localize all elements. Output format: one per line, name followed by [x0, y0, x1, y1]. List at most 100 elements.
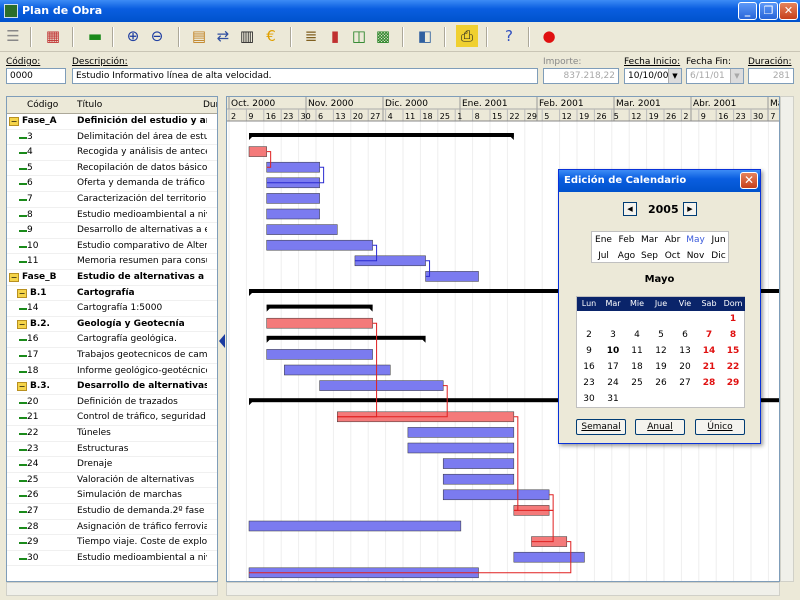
- descripcion-field[interactable]: Estudio Informativo línea de alta veloci…: [72, 68, 538, 84]
- day-cell[interactable]: 3: [601, 327, 625, 343]
- table-row[interactable]: 3 Delimitación del área de estudio: [7, 130, 217, 146]
- table-row[interactable]: − Fase_B Estudio de alternativas a Es: [7, 270, 217, 286]
- day-cell[interactable]: 24: [601, 375, 625, 391]
- collapse-arrow-icon[interactable]: [219, 334, 225, 348]
- day-cell[interactable]: 22: [721, 359, 745, 375]
- table-row[interactable]: − B.1 Cartografía: [7, 286, 217, 302]
- close-button[interactable]: ✕: [779, 2, 798, 20]
- table-row[interactable]: 24 Drenaje: [7, 457, 217, 473]
- prev-year-button[interactable]: ◀: [623, 202, 637, 216]
- grid-hscrollbar[interactable]: [6, 582, 218, 596]
- header-dur[interactable]: Dur: [203, 100, 217, 110]
- line-chart-icon[interactable]: ◫: [348, 25, 370, 47]
- day-cell[interactable]: 21: [697, 359, 721, 375]
- month-jul[interactable]: Jul: [592, 248, 615, 264]
- day-cell[interactable]: 9: [577, 343, 601, 359]
- table-row[interactable]: 8 Estudio medioambiental a nivel zo: [7, 208, 217, 224]
- money-icon[interactable]: €: [260, 25, 282, 47]
- folder-icon[interactable]: −: [17, 319, 27, 329]
- gantt-vscrollbar[interactable]: [780, 96, 794, 582]
- day-cell[interactable]: 23: [577, 375, 601, 391]
- table-row[interactable]: 4 Recogida y análisis de anteceden: [7, 145, 217, 161]
- table-row[interactable]: 7 Caracterización del territorio: [7, 192, 217, 208]
- table-row[interactable]: 29 Tiempo viaje. Coste de explotacio: [7, 535, 217, 551]
- table-row[interactable]: 5 Recopilación de datos básicos (ca: [7, 161, 217, 177]
- unico-button[interactable]: Único: [695, 419, 745, 435]
- month-may[interactable]: May: [684, 232, 707, 248]
- table-row[interactable]: 30 Estudio medioambiental a nivel de: [7, 551, 217, 567]
- table-row[interactable]: 27 Estudio de demanda.2º fase: [7, 504, 217, 520]
- day-cell[interactable]: 31: [601, 391, 625, 407]
- folder-icon[interactable]: −: [17, 288, 27, 298]
- month-nov[interactable]: Nov: [684, 248, 707, 264]
- month-mar[interactable]: Mar: [638, 232, 661, 248]
- day-cell[interactable]: 15: [721, 343, 745, 359]
- bar-chart-icon[interactable]: ▮: [324, 25, 346, 47]
- gantt-hscrollbar[interactable]: [226, 582, 780, 596]
- day-cell[interactable]: 1: [721, 311, 745, 327]
- header-codigo[interactable]: Código: [27, 100, 58, 110]
- day-cell[interactable]: 28: [697, 375, 721, 391]
- next-year-button[interactable]: ▶: [683, 202, 697, 216]
- day-cell[interactable]: 29: [721, 375, 745, 391]
- folder-icon[interactable]: −: [9, 117, 19, 126]
- table-row[interactable]: 26 Simulación de marchas: [7, 488, 217, 504]
- table-row[interactable]: 20 Definición de trazados: [7, 395, 217, 411]
- table-row[interactable]: − B.3. Desarrollo de alternativas a: [7, 379, 217, 395]
- table-row[interactable]: 23 Estructuras: [7, 442, 217, 458]
- splitter[interactable]: [219, 96, 225, 582]
- export-icon[interactable]: ◧: [414, 25, 436, 47]
- day-cell[interactable]: 19: [649, 359, 673, 375]
- day-cell[interactable]: 20: [673, 359, 697, 375]
- table-row[interactable]: 25 Valoración de alternativas: [7, 473, 217, 489]
- codigo-field[interactable]: 0000: [6, 68, 66, 84]
- folder-icon[interactable]: −: [9, 273, 19, 282]
- day-cell[interactable]: 17: [601, 359, 625, 375]
- anual-button[interactable]: Anual: [635, 419, 685, 435]
- day-cell[interactable]: 14: [697, 343, 721, 359]
- day-cell[interactable]: 5: [649, 327, 673, 343]
- table-row[interactable]: 9 Desarrollo de alternativas a escala: [7, 223, 217, 239]
- month-oct[interactable]: Oct: [661, 248, 684, 264]
- month-feb[interactable]: Feb: [615, 232, 638, 248]
- help-icon[interactable]: ?: [498, 25, 520, 47]
- record-icon[interactable]: ●: [538, 25, 560, 47]
- month-jun[interactable]: Jun: [707, 232, 730, 248]
- table-row[interactable]: − B.2. Geología y Geotecnía: [7, 317, 217, 333]
- day-cell[interactable]: 10: [601, 343, 625, 359]
- table-row[interactable]: 18 Informe geológico-geotécnico.1º: [7, 364, 217, 380]
- table-row[interactable]: 6 Oferta y demanda de tráfico ferro: [7, 176, 217, 192]
- month-sep[interactable]: Sep: [638, 248, 661, 264]
- table-row[interactable]: 22 Túneles: [7, 426, 217, 442]
- table-icon[interactable]: ▦: [42, 25, 64, 47]
- header-titulo[interactable]: Título: [77, 100, 102, 110]
- table-row[interactable]: 28 Asignación de tráfico ferroviario a: [7, 520, 217, 536]
- day-cell[interactable]: 7: [697, 327, 721, 343]
- table-row[interactable]: 10 Estudio comparativo de Alternatr: [7, 239, 217, 255]
- chevron-down-icon[interactable]: ▼: [668, 69, 681, 83]
- month-ene[interactable]: Ene: [592, 232, 615, 248]
- tools-icon[interactable]: ▤: [188, 25, 210, 47]
- table-row[interactable]: − Fase_A Definición del estudio y anal: [7, 114, 217, 130]
- day-cell[interactable]: 4: [625, 327, 649, 343]
- fecha-inicio-dropdown[interactable]: 10/10/00 ▼: [624, 68, 682, 84]
- list-icon[interactable]: ≣: [300, 25, 322, 47]
- print-icon[interactable]: ⎙: [456, 25, 478, 47]
- day-cell[interactable]: 25: [625, 375, 649, 391]
- month-abr[interactable]: Abr: [661, 232, 684, 248]
- link-icon[interactable]: ⇄: [212, 25, 234, 47]
- calculator-icon[interactable]: ▥: [236, 25, 258, 47]
- graph-icon[interactable]: ▩: [372, 25, 394, 47]
- minimize-button[interactable]: _: [738, 2, 757, 20]
- table-row[interactable]: 21 Control de tráfico, seguridad y co: [7, 410, 217, 426]
- table-row[interactable]: 17 Trabajos geotecnicos de campo: [7, 348, 217, 364]
- day-cell[interactable]: 12: [649, 343, 673, 359]
- zoom-out-icon[interactable]: ⊖: [146, 25, 168, 47]
- dialog-close-button[interactable]: ✕: [740, 172, 758, 189]
- maximize-button[interactable]: ❐: [759, 2, 778, 20]
- day-cell[interactable]: 8: [721, 327, 745, 343]
- table-row[interactable]: 14 Cartografía 1:5000: [7, 301, 217, 317]
- month-dic[interactable]: Dic: [707, 248, 730, 264]
- day-cell[interactable]: 6: [673, 327, 697, 343]
- table-row[interactable]: 11 Memoria resumen para consultas: [7, 254, 217, 270]
